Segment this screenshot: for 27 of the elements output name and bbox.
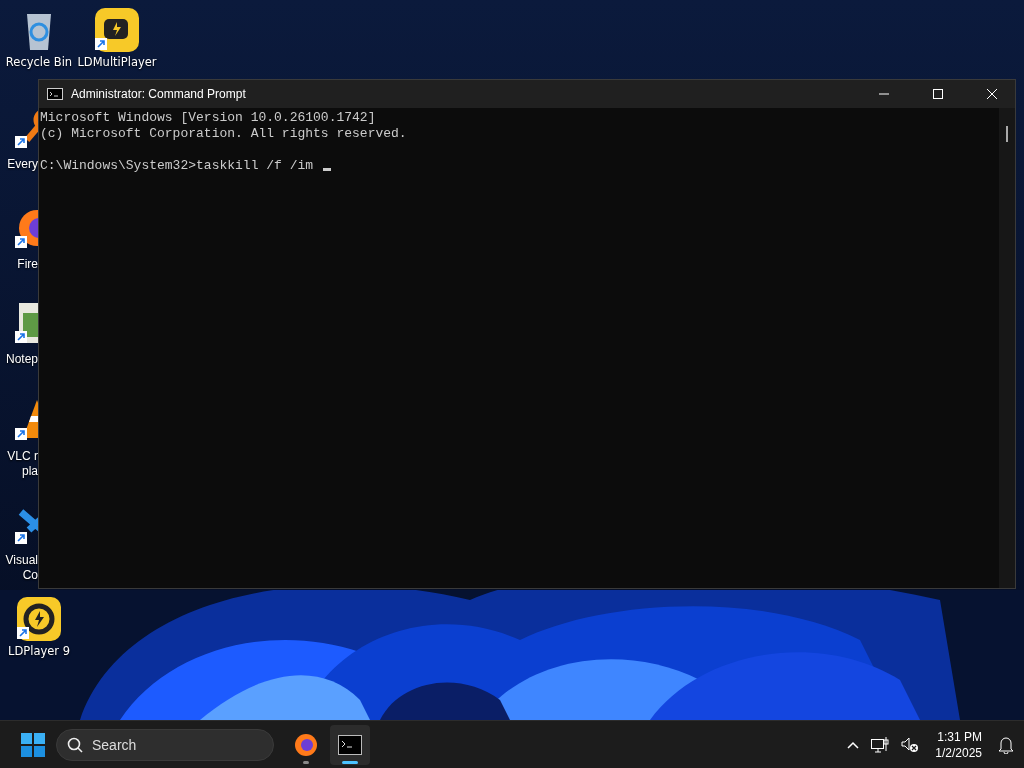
- clock-date[interactable]: 1/2/2025: [935, 744, 982, 761]
- search-field[interactable]: Search: [56, 728, 274, 761]
- terminal-app-button[interactable]: [330, 724, 370, 765]
- notification-bell-icon[interactable]: [998, 735, 1014, 754]
- console-icon: [47, 88, 63, 100]
- clock-time[interactable]: 1:31 PM: [937, 728, 982, 745]
- icon-label: Recycle Bin: [5, 55, 73, 70]
- volume-muted-icon[interactable]: [901, 736, 920, 753]
- chevron-up-icon[interactable]: [847, 740, 860, 749]
- icon-label: VLC r pla: [7, 449, 38, 479]
- icon-label: LDPlayer 9: [8, 644, 70, 659]
- scrollbar[interactable]: [999, 108, 1015, 588]
- network-icon[interactable]: [871, 736, 890, 753]
- maximize-icon: [933, 89, 943, 99]
- icon-label: Notep: [5, 352, 38, 367]
- icon-label: Fire: [17, 257, 38, 272]
- text-cursor: [323, 168, 332, 171]
- search-icon: [67, 736, 83, 753]
- close-icon: [987, 89, 997, 99]
- window-title: Administrator: Command Prompt: [71, 87, 247, 101]
- console-line: (c) Microsoft Corporation. All rights reserved.: [40, 126, 408, 142]
- icon-label: Every: [7, 157, 38, 172]
- command-line: C:\Windows\System32>taskkill /f /im: [40, 158, 314, 174]
- icon-label: LDMultiPlayer: [77, 55, 157, 70]
- terminal-icon: [338, 734, 362, 755]
- icon-label: Visual Co: [5, 553, 38, 583]
- console-line: Microsoft Windows [Version 10.0.26100.1742]: [40, 110, 377, 126]
